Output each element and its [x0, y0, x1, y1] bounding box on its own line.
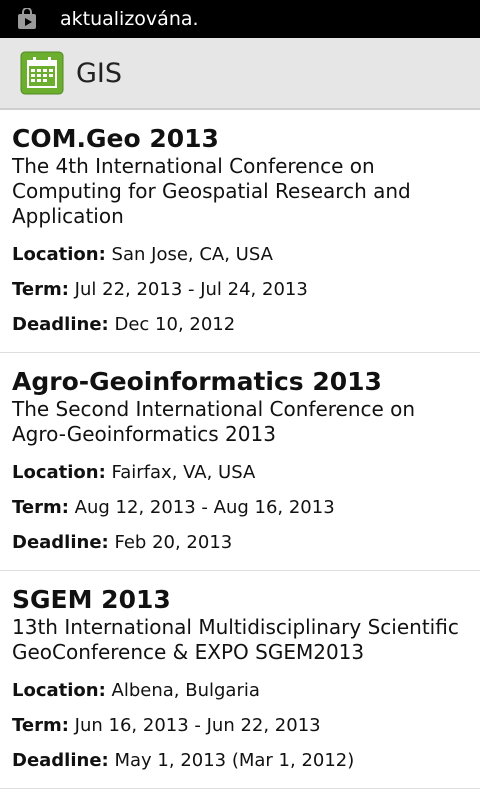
conference-description: The Second International Conference on A…	[12, 397, 416, 446]
location-label: Location:	[12, 680, 106, 701]
term-row: Term: Jun 16, 2013 - Jun 22, 2013	[12, 708, 468, 743]
deadline-value: Dec 10, 2012	[114, 314, 236, 335]
term-label: Term:	[12, 279, 69, 300]
location-label: Location:	[12, 462, 106, 483]
deadline-value: May 1, 2013 (Mar 1, 2012)	[114, 750, 355, 771]
status-notification-text: aktualizována.	[60, 8, 199, 30]
term-value: Jun 16, 2013 - Jun 22, 2013	[74, 715, 321, 736]
app-title: GIS	[76, 57, 123, 89]
deadline-row: Deadline: Dec 10, 2012	[12, 307, 468, 342]
location-row: Location: San Jose, CA, USA	[12, 237, 468, 272]
term-value: Aug 12, 2013 - Aug 16, 2013	[74, 497, 335, 518]
term-label: Term:	[12, 497, 69, 518]
location-row: Location: Fairfax, VA, USA	[12, 455, 468, 490]
location-label: Location:	[12, 244, 106, 265]
deadline-label: Deadline:	[12, 314, 109, 335]
location-value: Fairfax, VA, USA	[111, 462, 256, 483]
deadline-label: Deadline:	[12, 750, 109, 771]
store-bag-icon	[16, 7, 38, 30]
deadline-row: Deadline: Feb 20, 2013	[12, 525, 468, 560]
conference-name: Agro-Geoinformatics 2013	[12, 367, 382, 396]
location-value: Albena, Bulgaria	[111, 680, 260, 701]
deadline-row: Deadline: May 1, 2013 (Mar 1, 2012)	[12, 743, 468, 778]
status-bar: aktualizována.	[0, 0, 480, 38]
location-value: San Jose, CA, USA	[111, 244, 273, 265]
term-row: Term: Jul 22, 2013 - Jul 24, 2013	[12, 272, 468, 307]
conference-description: The 4th International Conference on Comp…	[12, 154, 411, 228]
location-row: Location: Albena, Bulgaria	[12, 673, 468, 708]
deadline-label: Deadline:	[12, 532, 109, 553]
action-bar: GIS	[0, 38, 480, 110]
term-row: Term: Aug 12, 2013 - Aug 16, 2013	[12, 490, 468, 525]
conference-description: 13th International Multidisciplinary Sci…	[12, 615, 459, 664]
conference-name: SGEM 2013	[12, 585, 171, 614]
conference-item[interactable]: SGEM 2013 13th International Multidiscip…	[0, 571, 480, 789]
term-value: Jul 22, 2013 - Jul 24, 2013	[74, 279, 308, 300]
calendar-icon[interactable]	[20, 51, 64, 95]
conference-item[interactable]: Agro-Geoinformatics 2013 The Second Inte…	[0, 353, 480, 571]
conference-item[interactable]: COM.Geo 2013 The 4th International Confe…	[0, 110, 480, 353]
conference-name: COM.Geo 2013	[12, 124, 219, 153]
deadline-value: Feb 20, 2013	[114, 532, 233, 553]
term-label: Term:	[12, 715, 69, 736]
conference-list: COM.Geo 2013 The 4th International Confe…	[0, 110, 480, 789]
